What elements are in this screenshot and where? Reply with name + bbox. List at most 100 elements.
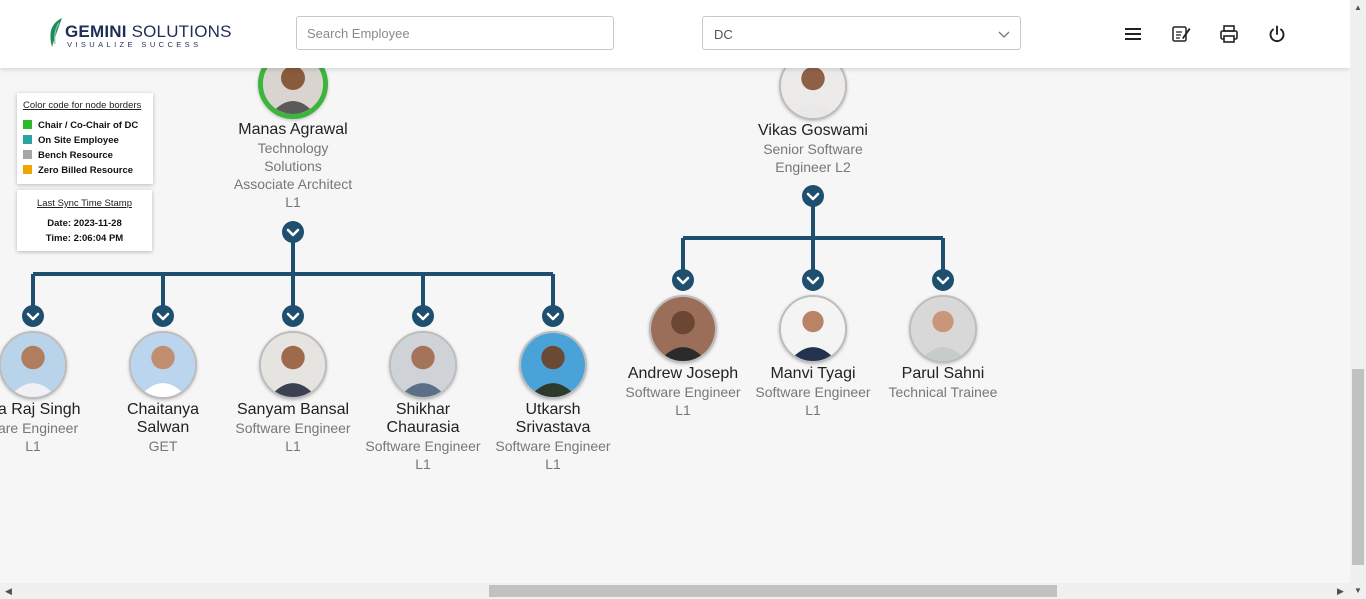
org-node-vikas[interactable]: Vikas Goswami Senior Software Engineer L… bbox=[748, 52, 878, 176]
org-node-chaitanya[interactable]: Chaitanya Salwan GET bbox=[98, 331, 228, 455]
search-employee-input[interactable] bbox=[296, 16, 614, 50]
horizontal-scrollbar[interactable]: ◀ ▶ bbox=[0, 583, 1350, 599]
employee-role: Software Engineer bbox=[625, 384, 741, 400]
employee-name: Manas Agrawal bbox=[238, 121, 348, 138]
avatar[interactable] bbox=[779, 295, 847, 363]
employee-level: L1 bbox=[415, 456, 431, 472]
legend-swatch bbox=[23, 150, 32, 159]
avatar[interactable] bbox=[649, 295, 717, 363]
legend-item-bench: Bench Resource bbox=[23, 150, 113, 161]
sync-time: Time: 2:06:04 PM bbox=[45, 233, 124, 244]
employee-role: Software Engineer bbox=[755, 384, 871, 400]
employee-role: Solutions bbox=[264, 158, 322, 174]
expand-toggle-parul[interactable] bbox=[931, 268, 955, 292]
employee-role: Engineer L2 bbox=[775, 159, 851, 175]
leaf-logo-icon bbox=[50, 18, 62, 47]
print-icon[interactable] bbox=[1218, 23, 1240, 45]
org-node-parul[interactable]: Parul Sahni Technical Trainee bbox=[878, 295, 1008, 401]
dc-selected-value: DC bbox=[714, 27, 733, 42]
legend-item-chair: Chair / Co-Chair of DC bbox=[23, 120, 138, 131]
gemini-logo[interactable]: GEMINI SOLUTIONS VISUALIZE SUCCESS bbox=[46, 17, 231, 51]
employee-name: Srivastava bbox=[515, 419, 591, 436]
employee-name: Shikhar bbox=[395, 401, 451, 418]
employee-role: GET bbox=[148, 438, 178, 454]
power-icon[interactable] bbox=[1266, 23, 1288, 45]
employee-name: Chaitanya bbox=[126, 401, 200, 418]
legend-title: Color code for node borders bbox=[23, 100, 142, 111]
employee-role: Associate Architect bbox=[233, 176, 353, 192]
expand-toggle-aditya[interactable] bbox=[21, 304, 45, 328]
dc-select-dropdown[interactable]: DC bbox=[702, 16, 1021, 50]
legend-swatch bbox=[23, 120, 32, 129]
scroll-up-arrow-icon[interactable]: ▲ bbox=[1354, 3, 1362, 12]
employee-name: Sanyam Bansal bbox=[236, 401, 350, 418]
employee-name: Utkarsh bbox=[525, 401, 581, 418]
legend-label: Zero Billed Resource bbox=[38, 165, 134, 176]
employee-role: Technical Trainee bbox=[888, 384, 998, 400]
avatar[interactable] bbox=[389, 331, 457, 399]
legend-swatch bbox=[23, 165, 32, 174]
employee-level: L1 bbox=[285, 194, 301, 210]
edit-note-icon[interactable] bbox=[1170, 23, 1192, 45]
scrollbar-thumb[interactable] bbox=[1352, 369, 1364, 565]
employee-role: Software Engineer bbox=[235, 420, 351, 436]
brand-name: GEMINI SOLUTIONS bbox=[65, 22, 232, 41]
employee-role: Software Engineer bbox=[495, 438, 611, 454]
scroll-down-arrow-icon[interactable]: ▼ bbox=[1354, 586, 1362, 595]
employee-level: L1 bbox=[675, 402, 691, 418]
employee-name: Vikas Goswami bbox=[758, 122, 868, 139]
employee-name: Andrew Joseph bbox=[627, 365, 739, 382]
avatar[interactable] bbox=[909, 295, 977, 363]
legend-item-zero-billed: Zero Billed Resource bbox=[23, 165, 133, 176]
avatar[interactable] bbox=[519, 331, 587, 399]
avatar[interactable] bbox=[259, 331, 327, 399]
employee-level: L1 bbox=[25, 438, 41, 454]
employee-role: Senior Software bbox=[763, 141, 863, 157]
top-header: GEMINI SOLUTIONS VISUALIZE SUCCESS DC bbox=[0, 0, 1350, 68]
sync-title: Last Sync Time Stamp bbox=[36, 198, 133, 209]
employee-name: Salwan bbox=[136, 419, 190, 436]
scrollbar-thumb[interactable] bbox=[489, 585, 1057, 597]
expand-toggle-shikhar[interactable] bbox=[411, 304, 435, 328]
brand-tagline: VISUALIZE SUCCESS bbox=[67, 40, 202, 49]
org-node-aditya[interactable]: tya Raj Singh ware Engineer L1 bbox=[0, 331, 98, 455]
avatar[interactable] bbox=[129, 331, 197, 399]
avatar[interactable] bbox=[0, 331, 67, 399]
expand-toggle-sanyam[interactable] bbox=[281, 304, 305, 328]
legend-label: Chair / Co-Chair of DC bbox=[38, 120, 139, 131]
chevron-down-icon bbox=[998, 31, 1010, 38]
legend-label: Bench Resource bbox=[38, 150, 113, 161]
expand-toggle-manvi[interactable] bbox=[801, 268, 825, 292]
sync-timestamp-card: Last Sync Time Stamp Date: 2023-11-28 Ti… bbox=[17, 190, 152, 251]
menu-icon[interactable] bbox=[1122, 23, 1144, 45]
scroll-left-arrow-icon[interactable]: ◀ bbox=[5, 586, 12, 597]
expand-toggle-utkarsh[interactable] bbox=[541, 304, 565, 328]
org-node-manvi[interactable]: Manvi Tyagi Software Engineer L1 bbox=[748, 295, 878, 419]
legend-label: On Site Employee bbox=[38, 135, 119, 146]
org-node-sanyam[interactable]: Sanyam Bansal Software Engineer L1 bbox=[228, 331, 358, 455]
org-chart-canvas[interactable]: Manas Agrawal Technology Solutions Assoc… bbox=[0, 0, 1350, 583]
expand-toggle-chaitanya[interactable] bbox=[151, 304, 175, 328]
org-node-andrew[interactable]: Andrew Joseph Software Engineer L1 bbox=[618, 295, 748, 419]
org-node-utkarsh[interactable]: Utkarsh Srivastava Software Engineer L1 bbox=[488, 331, 618, 473]
legend-swatch bbox=[23, 135, 32, 144]
vertical-scrollbar[interactable]: ▲ ▼ bbox=[1350, 0, 1366, 599]
expand-toggle-andrew[interactable] bbox=[671, 268, 695, 292]
collapse-toggle-vikas[interactable] bbox=[801, 184, 825, 208]
employee-role: ware Engineer bbox=[0, 420, 79, 436]
collapse-toggle-manas[interactable] bbox=[281, 220, 305, 244]
sync-date: Date: 2023-11-28 bbox=[47, 218, 122, 229]
employee-name: Manvi Tyagi bbox=[770, 365, 856, 382]
employee-level: L1 bbox=[805, 402, 821, 418]
employee-role: Software Engineer bbox=[365, 438, 481, 454]
org-node-manas[interactable]: Manas Agrawal Technology Solutions Assoc… bbox=[228, 49, 358, 211]
legend-item-onsite: On Site Employee bbox=[23, 135, 119, 146]
employee-role: Technology bbox=[257, 140, 329, 156]
employee-name: tya Raj Singh bbox=[0, 401, 81, 418]
employee-name: Parul Sahni bbox=[901, 365, 985, 382]
employee-level: L1 bbox=[285, 438, 301, 454]
scroll-right-arrow-icon[interactable]: ▶ bbox=[1337, 586, 1344, 597]
org-node-shikhar[interactable]: Shikhar Chaurasia Software Engineer L1 bbox=[358, 331, 488, 473]
employee-level: L1 bbox=[545, 456, 561, 472]
border-color-legend: Color code for node borders Chair / Co-C… bbox=[17, 93, 153, 184]
